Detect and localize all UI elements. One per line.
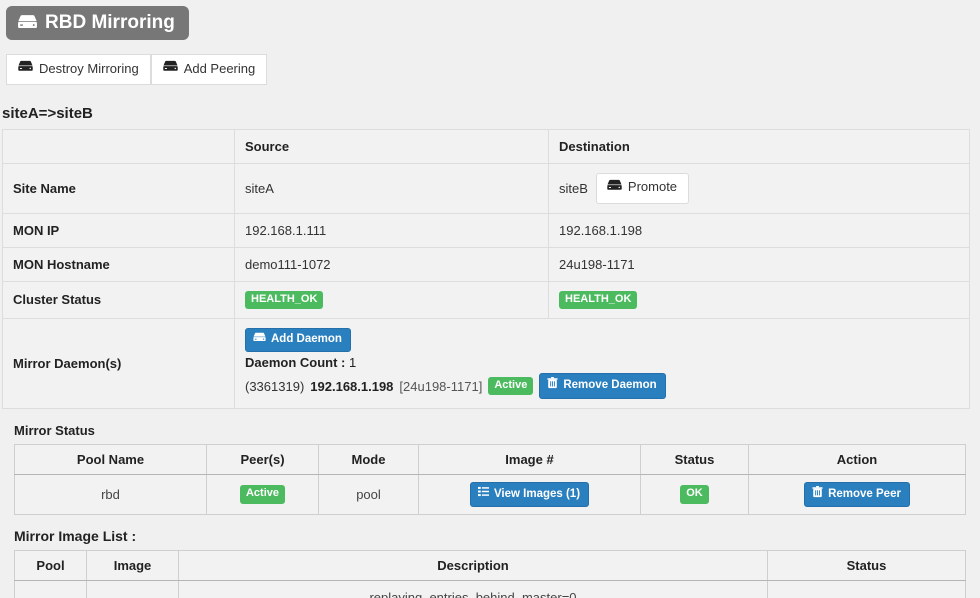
remove-peer-label: Remove Peer — [828, 487, 901, 500]
mon-ip-destination: 192.168.1.198 — [548, 213, 970, 248]
table-row-cluster-status: Cluster Status HEALTH_OK HEALTH_OK — [2, 281, 970, 319]
peer-status-badge: Active — [239, 485, 286, 504]
table-row-mon-ip: MON IP 192.168.1.111 192.168.1.198 — [2, 213, 970, 248]
site-name-destination-cell: siteB Promote — [548, 163, 970, 214]
promote-button[interactable]: Promote — [595, 172, 690, 204]
cell-image: volume — [86, 580, 179, 598]
daemon-instance-host: [24u198-1171] — [399, 378, 483, 394]
table-row: rbd Active pool View Images (1) OK Remov… — [14, 473, 966, 516]
table-row: rbd volume replaying, entries_behind_mas… — [14, 580, 966, 598]
table-row-mirror-daemons: Mirror Daemon(s) Add Daemon Daemon Count… — [2, 318, 970, 409]
remove-daemon-button[interactable]: Remove Daemon — [539, 373, 666, 399]
table-row-site-name: Site Name siteA siteB Promote — [2, 163, 970, 214]
add-daemon-label: Add Daemon — [271, 333, 342, 346]
hdd-icon — [18, 14, 37, 31]
rbd-mirroring-page: RBD Mirroring Destroy Mirroring Add Peer… — [0, 0, 980, 598]
mirror-status-table: Pool Name Peer(s) Mode Image # Status Ac… — [14, 443, 966, 516]
daemon-instance-ip: 192.168.1.198 — [310, 378, 394, 394]
col-header-pool-name: Pool Name — [14, 443, 207, 475]
col-header-blank — [2, 129, 235, 164]
pairing-table: Source Destination Site Name siteA siteB — [2, 128, 970, 409]
daemon-count-label: Daemon Count : — [245, 355, 346, 371]
cell-pool-name: rbd — [14, 473, 207, 516]
destroy-mirroring-label: Destroy Mirroring — [39, 60, 139, 76]
col-header-image-num: Image # — [418, 443, 641, 475]
site-name-destination: siteB — [559, 180, 588, 196]
hdd-icon — [253, 332, 266, 347]
view-images-label: View Images (1) — [493, 487, 581, 500]
table-row-mon-hostname: MON Hostname demo111-1072 24u198-1171 — [2, 247, 970, 282]
col-header-status: Status — [640, 443, 749, 475]
cell-status: OK — [640, 473, 749, 516]
title-bar: RBD Mirroring — [0, 0, 980, 40]
cell-peers: Active — [206, 473, 319, 516]
site-name-source: siteA — [234, 163, 549, 214]
hdd-icon — [607, 179, 622, 197]
cell-image-num: View Images (1) — [418, 473, 641, 516]
col-header-image: Image — [86, 550, 179, 582]
cell-mode: pool — [318, 473, 419, 516]
daemon-instance-row: (3361319) 192.168.1.198 [24u198-1171] Ac… — [245, 373, 666, 399]
table-header-row: Pool Image Description Status — [14, 550, 966, 582]
remove-peer-button[interactable]: Remove Peer — [804, 481, 910, 508]
cell-description: replaying, entries_behind_master=0 maste… — [178, 580, 768, 598]
mirror-image-list-table: Pool Image Description Status rbd volume… — [14, 550, 966, 598]
daemon-count-value: 1 — [349, 355, 357, 371]
hdd-icon — [162, 60, 178, 78]
mirror-status-wrap: Pool Name Peer(s) Mode Image # Status Ac… — [14, 443, 966, 516]
promote-label: Promote — [627, 179, 678, 195]
mon-ip-source: 192.168.1.111 — [234, 213, 549, 248]
daemon-count-line: Daemon Count : 1 — [245, 355, 356, 370]
row-label-cluster-status: Cluster Status — [2, 281, 235, 319]
cell-status: ready + Replaying — [767, 580, 966, 598]
view-images-button[interactable]: View Images (1) — [469, 482, 590, 507]
list-icon — [477, 486, 489, 501]
mirror-image-list-wrap: Pool Image Description Status rbd volume… — [14, 550, 966, 598]
destroy-mirroring-button[interactable]: Destroy Mirroring — [6, 54, 151, 85]
daemon-instance-id: (3361319) — [245, 378, 305, 394]
add-peering-label: Add Peering — [183, 60, 256, 76]
cluster-status-source-cell: HEALTH_OK — [234, 281, 549, 319]
col-header-mode: Mode — [318, 443, 419, 475]
hdd-icon — [18, 60, 33, 78]
row-label-site-name: Site Name — [2, 163, 235, 214]
col-header-status: Status — [767, 550, 966, 582]
col-header-description: Description — [178, 550, 768, 582]
trash-icon — [812, 485, 823, 502]
col-header-action: Action — [748, 443, 966, 475]
description-line-1: replaying, entries_behind_master=0 — [369, 590, 577, 598]
status-badge: HEALTH_OK — [245, 290, 324, 309]
table-header-row: Source Destination — [2, 129, 970, 164]
status-badge: HEALTH_OK — [559, 290, 638, 309]
status-badge: OK — [680, 485, 709, 504]
mon-hostname-destination: 24u198-1171 — [548, 247, 970, 282]
add-peering-button[interactable]: Add Peering — [150, 54, 268, 85]
col-header-destination: Destination — [548, 129, 970, 164]
add-daemon-button[interactable]: Add Daemon — [245, 327, 351, 353]
pairing-title: siteA=>siteB — [2, 104, 93, 122]
table-header-row: Pool Name Peer(s) Mode Image # Status Ac… — [14, 443, 966, 475]
page-title-badge: RBD Mirroring — [6, 6, 189, 40]
mirror-image-list-title: Mirror Image List : — [14, 528, 137, 545]
toolbar: Destroy Mirroring Add Peering — [6, 54, 980, 85]
col-header-pool: Pool — [14, 550, 87, 582]
daemon-state-badge: Active — [488, 376, 534, 396]
row-label-mon-hostname: MON Hostname — [2, 247, 235, 282]
cluster-status-destination-cell: HEALTH_OK — [548, 281, 970, 319]
cell-action: Remove Peer — [748, 473, 966, 516]
trash-icon — [547, 377, 558, 393]
mon-hostname-source: demo111-1072 — [234, 247, 549, 282]
mirror-status-title: Mirror Status — [14, 422, 95, 438]
row-label-mon-ip: MON IP — [2, 213, 235, 248]
cell-pool: rbd — [14, 580, 87, 598]
mirror-daemons-cell: Add Daemon Daemon Count : 1 (3361319) 19… — [234, 318, 970, 409]
col-header-source: Source — [234, 129, 549, 164]
row-label-mirror-daemons: Mirror Daemon(s) — [2, 318, 235, 409]
page-title-text: RBD Mirroring — [45, 12, 175, 33]
remove-daemon-label: Remove Daemon — [563, 379, 657, 392]
col-header-peers: Peer(s) — [206, 443, 319, 475]
